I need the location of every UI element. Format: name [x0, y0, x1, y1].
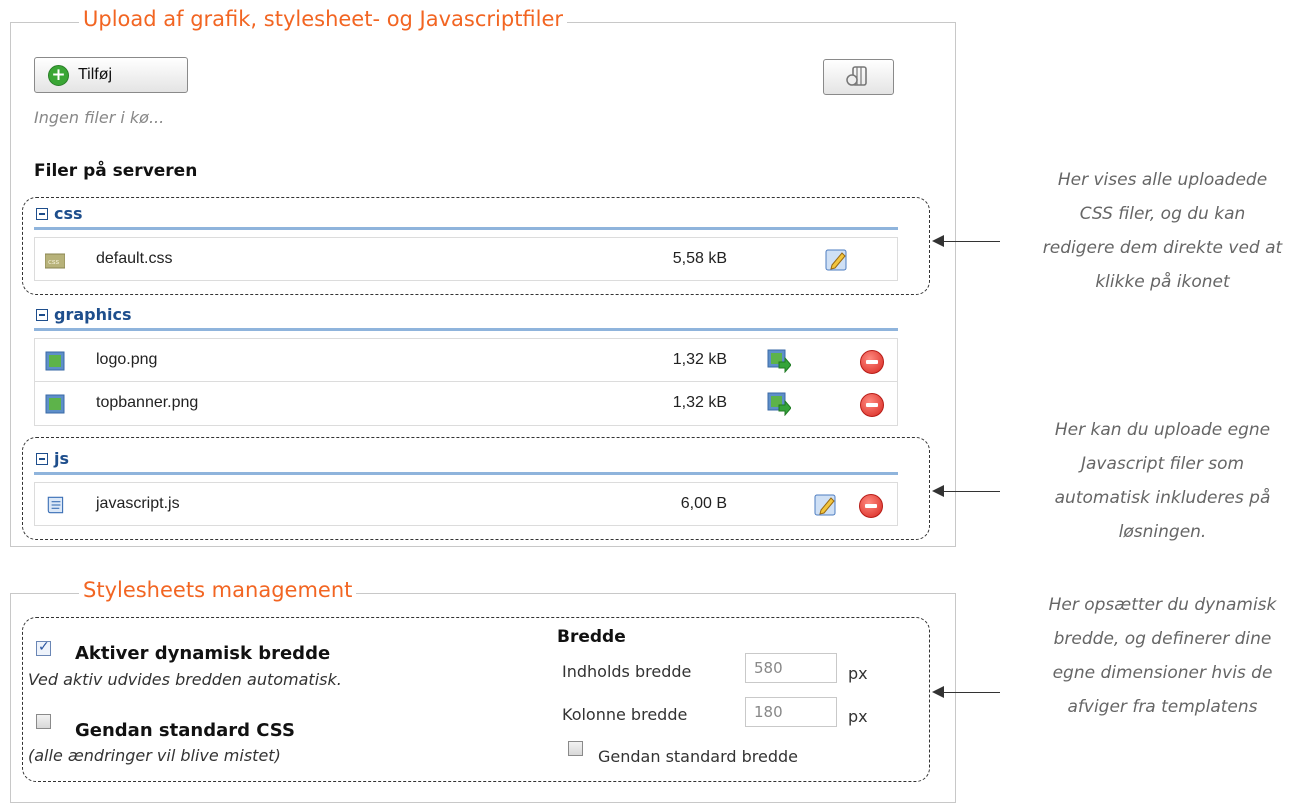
add-file-button[interactable]: + Tilføj: [34, 57, 188, 93]
script-file-icon: [47, 496, 64, 514]
file-size: 6,00 B: [680, 495, 727, 512]
clear-queue-button[interactable]: [823, 59, 894, 95]
file-row: logo.png 1,32 kB: [34, 338, 898, 382]
delete-icon[interactable]: [860, 393, 884, 417]
image-file-icon: [45, 351, 65, 371]
restore-css-description: (alle ændringer vil blive mistet): [28, 746, 281, 765]
content-width-input[interactable]: [745, 653, 837, 683]
file-name[interactable]: javascript.js: [96, 495, 180, 513]
column-width-unit: px: [848, 707, 868, 726]
group-header-graphics[interactable]: graphics: [34, 301, 898, 331]
group-name: graphics: [54, 305, 132, 324]
image-file-icon: [45, 394, 65, 414]
annotation-arrow: [932, 485, 1000, 497]
clear-queue-icon: [845, 66, 867, 86]
annotation-line: redigere dem direkte ved at: [1042, 238, 1283, 258]
annotation-line: afviger fra templatens: [1067, 697, 1258, 717]
restore-css-label[interactable]: Gendan standard CSS: [75, 720, 295, 741]
delete-icon[interactable]: [859, 494, 883, 518]
dynamic-width-checkbox[interactable]: [36, 639, 51, 656]
stylesheets-legend: Stylesheets management: [79, 578, 357, 602]
annotation-line: Javascript filer som: [1080, 454, 1245, 474]
edit-icon[interactable]: [814, 493, 838, 517]
annotation-line: Her vises alle uploadede: [1057, 170, 1268, 190]
annotation-arrow: [932, 235, 1000, 247]
annotation-line: løsningen.: [1118, 522, 1207, 542]
restore-width-label[interactable]: Gendan standard bredde: [598, 747, 798, 766]
collapse-icon[interactable]: [36, 452, 48, 465]
add-icon: +: [48, 64, 69, 86]
annotation-line: Her kan du uploade egne: [1054, 420, 1271, 440]
file-name[interactable]: logo.png: [96, 351, 157, 369]
file-size: 5,58 kB: [672, 250, 727, 267]
svg-text:css: css: [48, 258, 59, 266]
restore-width-checkbox[interactable]: [568, 741, 583, 756]
upload-legend: Upload af grafik, stylesheet- og Javascr…: [79, 7, 568, 31]
collapse-icon[interactable]: [36, 308, 48, 321]
edit-icon[interactable]: [825, 248, 849, 272]
group-header-js[interactable]: js: [34, 445, 898, 475]
collapse-icon[interactable]: [36, 207, 48, 220]
annotation-line: egne dimensioner hvis de: [1052, 663, 1273, 683]
annotation-arrow: [932, 686, 1000, 698]
annotation-line: klikke på ikonet: [1095, 272, 1230, 292]
file-size: 1,32 kB: [672, 394, 727, 411]
width-title: Bredde: [557, 627, 626, 647]
restore-css-checkbox[interactable]: [36, 714, 51, 729]
export-icon[interactable]: [767, 392, 791, 416]
file-row: javascript.js 6,00 B: [34, 482, 898, 526]
annotation-js: Her kan du uploade egne Javascript filer…: [1020, 413, 1305, 549]
file-row: css default.css 5,58 kB: [34, 237, 898, 281]
annotation-css: Her vises alle uploadede CSS filer, og d…: [1020, 163, 1305, 299]
server-files-title: Filer på serveren: [34, 161, 198, 181]
queue-status: Ingen filer i kø...: [34, 108, 165, 127]
column-width-input[interactable]: [745, 697, 837, 727]
group-name: css: [54, 204, 83, 223]
file-size: 1,32 kB: [672, 351, 727, 368]
dynamic-width-description: Ved aktiv udvides bredden automatisk.: [28, 670, 342, 689]
delete-icon[interactable]: [860, 350, 884, 374]
file-name[interactable]: default.css: [96, 250, 172, 268]
export-icon[interactable]: [767, 349, 791, 373]
annotation-stylesheets: Her opsætter du dynamisk bredde, og defi…: [1020, 588, 1305, 724]
content-width-label: Indholds bredde: [562, 662, 692, 681]
content-width-unit: px: [848, 664, 868, 683]
group-header-css[interactable]: css: [34, 200, 898, 230]
dynamic-width-label[interactable]: Aktiver dynamisk bredde: [75, 643, 330, 664]
column-width-label: Kolonne bredde: [562, 705, 688, 724]
css-file-icon: css: [45, 253, 65, 269]
annotation-line: automatisk inkluderes på: [1054, 488, 1271, 508]
file-name[interactable]: topbanner.png: [96, 394, 198, 412]
annotation-line: Her opsætter du dynamisk: [1048, 595, 1277, 615]
add-file-button-label: Tilføj: [78, 66, 113, 83]
group-name: js: [54, 449, 70, 468]
annotation-line: CSS filer, og du kan: [1079, 204, 1246, 224]
annotation-line: bredde, og definerer dine: [1053, 629, 1272, 649]
file-row: topbanner.png 1,32 kB: [34, 382, 898, 426]
